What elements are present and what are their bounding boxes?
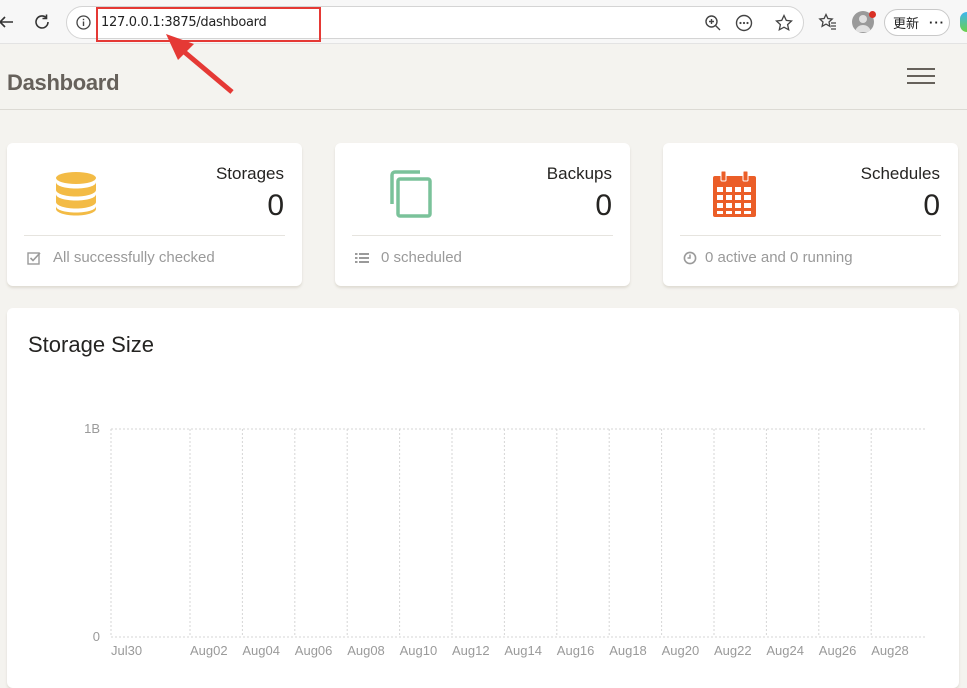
stat-title: Schedules xyxy=(860,164,940,183)
x-tick-label: Aug24 xyxy=(766,643,804,658)
backups-card: Backups 0 0 scheduled xyxy=(335,143,630,286)
x-tick-label: Aug28 xyxy=(871,643,909,658)
divider xyxy=(24,235,285,236)
x-tick-label: Aug10 xyxy=(400,643,438,658)
calendar-icon xyxy=(713,170,756,217)
x-tick-label: Aug20 xyxy=(662,643,700,658)
favorites-icon[interactable] xyxy=(818,12,838,32)
refresh-icon[interactable] xyxy=(30,10,54,34)
clock-icon xyxy=(683,251,697,264)
notification-dot xyxy=(869,11,876,18)
x-tick-label: Aug18 xyxy=(609,643,647,658)
x-tick-label: Jul30 xyxy=(111,643,142,658)
check-square-icon xyxy=(27,251,41,265)
divider xyxy=(352,235,613,236)
favorite-star-icon[interactable] xyxy=(774,13,794,33)
x-tick-label: Aug26 xyxy=(819,643,857,658)
copy-icon xyxy=(390,170,432,218)
info-icon[interactable] xyxy=(75,14,92,31)
stat-footer: All successfully checked xyxy=(27,249,215,266)
x-tick-label: Aug04 xyxy=(242,643,280,658)
stat-value: 0 xyxy=(267,189,284,222)
stat-footer-text: 0 scheduled xyxy=(381,249,462,266)
x-tick-label: Aug22 xyxy=(714,643,752,658)
stat-footer-text: 0 active and 0 running xyxy=(705,249,853,266)
x-tick-label: Aug12 xyxy=(452,643,490,658)
stat-title: Backups xyxy=(546,164,612,183)
stat-footer-text: All successfully checked xyxy=(53,249,215,266)
storage-size-card: Storage Size 0 1B Jul30 Aug02 Aug04 Aug06 Aug0… xyxy=(7,308,959,688)
zoom-icon[interactable] xyxy=(703,13,723,33)
y-tick-label: 0 xyxy=(93,629,100,644)
stat-value: 0 xyxy=(923,189,940,222)
x-tick-label: Aug02 xyxy=(190,643,228,658)
x-tick-label: Aug16 xyxy=(557,643,595,658)
stat-footer: 0 active and 0 running xyxy=(683,249,853,266)
back-icon[interactable] xyxy=(0,10,18,34)
stat-footer: 0 scheduled xyxy=(355,249,462,266)
storages-card: Storages 0 All successfully checked xyxy=(7,143,302,286)
stat-title: Storages xyxy=(215,164,284,183)
hamburger-menu-icon[interactable] xyxy=(907,68,935,86)
x-tick-label: Aug14 xyxy=(504,643,542,658)
update-label: 更新 xyxy=(893,16,920,31)
x-tick-label: Aug06 xyxy=(295,643,333,658)
settings-more-icon[interactable]: ··· xyxy=(929,15,945,30)
app-navbar: Dashboard xyxy=(0,44,967,110)
list-icon xyxy=(355,252,369,263)
copilot-icon[interactable] xyxy=(960,12,967,32)
y-tick-label: 1B xyxy=(84,421,100,436)
stat-value: 0 xyxy=(595,189,612,222)
database-icon xyxy=(56,172,96,216)
x-tick-label: Aug08 xyxy=(347,643,385,658)
update-button[interactable]: 更新 ··· xyxy=(884,9,950,36)
more-icon[interactable] xyxy=(734,13,754,33)
page-title[interactable]: Dashboard xyxy=(7,70,120,96)
schedules-card: Schedules 0 0 active and 0 running xyxy=(663,143,958,286)
storage-size-chart: 0 1B Jul30 Aug02 Aug04 Aug06 Aug08 Aug10 Aug12 Au… xyxy=(84,421,927,658)
divider xyxy=(680,235,941,236)
